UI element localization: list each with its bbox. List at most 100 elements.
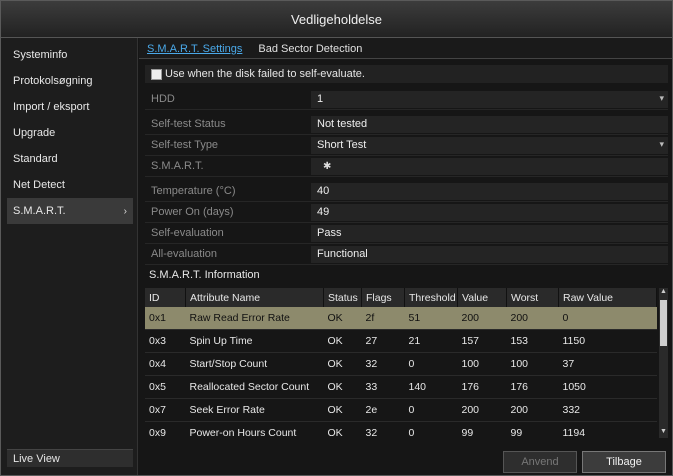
table-cell: OK xyxy=(323,421,362,438)
self-evaluation-label: Self-evaluation xyxy=(151,227,224,239)
table-cell: 157 xyxy=(457,329,507,353)
table-cell: 32 xyxy=(361,352,405,376)
power-on-label: Power On (days) xyxy=(151,206,234,218)
sidebar-item-import-export[interactable]: Import / eksport xyxy=(7,94,137,120)
table-cell: 153 xyxy=(506,329,559,353)
dropdown-arrow-icon: ▾ xyxy=(659,138,664,149)
all-evaluation-value: Functional xyxy=(311,245,668,263)
table-cell: OK xyxy=(323,329,362,353)
table-cell: 176 xyxy=(457,375,507,399)
chevron-right-icon: › xyxy=(123,205,127,217)
self-test-type-value: Short Test xyxy=(317,139,367,151)
smart-test-label: S.M.A.R.T. xyxy=(151,160,204,172)
table-cell: 100 xyxy=(457,352,507,376)
table-scrollbar[interactable]: ▲ ▼ xyxy=(659,288,668,438)
table-cell: 1150 xyxy=(558,329,657,353)
table-cell: 99 xyxy=(506,421,559,438)
table-cell: 0x4 xyxy=(145,352,186,376)
table-cell: 200 xyxy=(457,398,507,422)
sidebar-item-label: S.M.A.R.T. xyxy=(13,205,66,217)
table-cell: 0x1 xyxy=(145,307,186,330)
power-on-row: Power On (days) 49 xyxy=(145,202,668,223)
table-header: ID Attribute Name Status Flags Threshold… xyxy=(145,288,657,307)
table-row[interactable]: 0x1 Raw Read Error Rate OK 2f 51 200 200 0 xyxy=(145,307,657,330)
self-evaluation-row: Self-evaluation Pass xyxy=(145,223,668,244)
table-row[interactable]: 0x9 Power-on Hours Count OK 32 0 99 99 1194 xyxy=(145,421,657,438)
checkbox-label: Use when the disk failed to self-evaluat… xyxy=(165,68,365,80)
sidebar-item-protocol-search[interactable]: Protokolsøgning xyxy=(7,68,137,94)
col-status: Status xyxy=(323,288,362,307)
hdd-label: HDD xyxy=(151,93,175,105)
temperature-value: 40 xyxy=(311,182,668,200)
hdd-value: 1 xyxy=(317,93,324,105)
sidebar-item-label: Standard xyxy=(13,153,58,165)
all-evaluation-label: All-evaluation xyxy=(151,248,218,260)
smart-test-field: ✱ xyxy=(311,157,668,175)
table-cell: 0 xyxy=(404,421,458,438)
table-row[interactable]: 0x7 Seek Error Rate OK 2e 0 200 200 332 xyxy=(145,398,657,422)
use-when-failed-checkbox[interactable] xyxy=(151,68,162,80)
table-cell: Seek Error Rate xyxy=(185,398,324,422)
run-test-button[interactable]: ✱ xyxy=(317,161,331,172)
smart-information-title: S.M.A.R.T. Information xyxy=(149,269,260,281)
main-panel: S.M.A.R.T. Settings Bad Sector Detection… xyxy=(139,38,672,475)
col-worst: Worst xyxy=(506,288,559,307)
sidebar-item-label: Protokolsøgning xyxy=(13,75,93,87)
table-cell: 51 xyxy=(404,307,458,330)
table-cell: 1194 xyxy=(558,421,657,438)
table-cell: 2e xyxy=(361,398,405,422)
table-cell: OK xyxy=(323,352,362,376)
dropdown-arrow-icon: ▾ xyxy=(659,92,664,103)
table-cell: 99 xyxy=(457,421,507,438)
self-evaluation-value: Pass xyxy=(311,224,668,242)
table-cell: 200 xyxy=(506,398,559,422)
temperature-label: Temperature (°C) xyxy=(151,185,236,197)
col-value: Value xyxy=(457,288,507,307)
apply-button[interactable]: Anvend xyxy=(503,451,577,473)
table-cell: 32 xyxy=(361,421,405,438)
smart-test-row: S.M.A.R.T. ✱ xyxy=(145,156,668,177)
scroll-down-icon[interactable]: ▼ xyxy=(659,428,668,438)
all-evaluation-row: All-evaluation Functional xyxy=(145,244,668,265)
table-cell: 2f xyxy=(361,307,405,330)
sidebar-item-net-detect[interactable]: Net Detect xyxy=(7,172,137,198)
col-attribute-name: Attribute Name xyxy=(185,288,324,307)
smart-form: HDD 1 ▾ Self-test Status Not tested Self-… xyxy=(145,89,668,265)
sidebar-item-label: Net Detect xyxy=(13,179,65,191)
table-cell: 0 xyxy=(404,398,458,422)
sidebar-item-standard[interactable]: Standard xyxy=(7,146,137,172)
table-cell: Spin Up Time xyxy=(185,329,324,353)
sidebar-item-systeminfo[interactable]: Systeminfo xyxy=(7,42,137,68)
table-cell: 200 xyxy=(457,307,507,330)
smart-information-table: ID Attribute Name Status Flags Threshold… xyxy=(145,288,668,438)
tab-smart-settings[interactable]: S.M.A.R.T. Settings xyxy=(139,43,250,58)
self-evaluate-option[interactable]: Use when the disk failed to self-evaluat… xyxy=(145,65,668,83)
sidebar-item-smart[interactable]: S.M.A.R.T. › xyxy=(7,198,133,224)
tab-bar: S.M.A.R.T. Settings Bad Sector Detection xyxy=(139,38,672,59)
table-row[interactable]: 0x3 Spin Up Time OK 27 21 157 153 1150 xyxy=(145,329,657,353)
back-button[interactable]: Tilbage xyxy=(582,451,666,473)
maintenance-window: Vedligeholdelse Systeminfo Protokolsøgni… xyxy=(0,0,673,476)
table-cell: 0 xyxy=(404,352,458,376)
table-cell: 27 xyxy=(361,329,405,353)
live-view-button[interactable]: Live View xyxy=(7,449,133,467)
power-on-value: 49 xyxy=(311,203,668,221)
sidebar-item-upgrade[interactable]: Upgrade xyxy=(7,120,137,146)
sidebar: Systeminfo Protokolsøgning Import / eksp… xyxy=(1,38,138,475)
scroll-up-icon[interactable]: ▲ xyxy=(659,288,668,298)
self-test-status-value: Not tested xyxy=(311,115,668,133)
table-row[interactable]: 0x4 Start/Stop Count OK 32 0 100 100 37 xyxy=(145,352,657,376)
hdd-select[interactable]: 1 ▾ xyxy=(311,90,668,108)
table-cell: 0x3 xyxy=(145,329,186,353)
sidebar-item-label: Systeminfo xyxy=(13,49,68,61)
tab-bad-sector-detection[interactable]: Bad Sector Detection xyxy=(250,43,370,58)
table-row[interactable]: 0x5 Reallocated Sector Count OK 33 140 176 176… xyxy=(145,375,657,399)
table-cell: Power-on Hours Count xyxy=(185,421,324,438)
self-test-status-row: Self-test Status Not tested xyxy=(145,114,668,135)
col-flags: Flags xyxy=(361,288,405,307)
table-cell: 200 xyxy=(506,307,559,330)
scroll-thumb[interactable] xyxy=(660,300,667,346)
table-cell: OK xyxy=(323,398,362,422)
self-test-type-select[interactable]: Short Test ▾ xyxy=(311,136,668,154)
temperature-row: Temperature (°C) 40 xyxy=(145,181,668,202)
